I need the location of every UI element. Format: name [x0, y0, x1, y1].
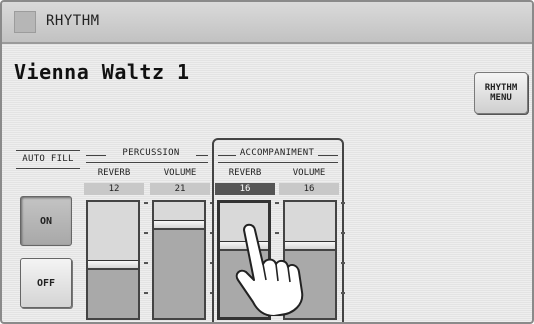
- auto-fill-label: AUTO FILL: [22, 154, 74, 164]
- fader-knob[interactable]: [154, 220, 204, 230]
- fader-fill: [154, 225, 204, 318]
- title-bar: RHYTHM: [2, 2, 532, 44]
- accompaniment-rule-right: [318, 155, 338, 156]
- fader-knob[interactable]: [88, 260, 138, 270]
- percussion-volume-label: VOLUME: [163, 168, 197, 178]
- percussion-rule-right: [196, 155, 208, 156]
- accompaniment-reverb-label: REVERB: [228, 168, 262, 178]
- accompaniment-reverb-value: 16: [215, 183, 275, 195]
- fader-scale: [341, 202, 345, 320]
- accompaniment-label: ACCOMPANIMENT: [239, 148, 315, 158]
- accompaniment-volume-label: VOLUME: [292, 168, 326, 178]
- auto-fill-on-button[interactable]: ON: [20, 196, 72, 246]
- rhythm-style-name: Vienna Waltz 1: [14, 60, 190, 84]
- accompaniment-volume-value: 16: [279, 183, 339, 195]
- percussion-volume-fader[interactable]: [152, 200, 206, 320]
- screen-title: RHYTHM: [46, 13, 100, 29]
- auto-fill-rule-bottom: [16, 168, 80, 169]
- accompaniment-rule-left: [218, 155, 236, 156]
- fader-scale: [144, 202, 148, 320]
- rhythm-icon: [14, 11, 36, 33]
- auto-fill-rule-top: [16, 150, 80, 151]
- percussion-rule-left: [86, 155, 106, 156]
- percussion-label: PERCUSSION: [122, 148, 180, 158]
- percussion-reverb-label: REVERB: [97, 168, 131, 178]
- accompaniment-underline: [218, 162, 338, 163]
- rhythm-menu-button[interactable]: RHYTHM MENU: [474, 72, 528, 114]
- pointing-hand-icon: [235, 223, 304, 316]
- percussion-reverb-value: 12: [84, 183, 144, 195]
- percussion-volume-value: 21: [150, 183, 210, 195]
- percussion-reverb-fader[interactable]: [86, 200, 140, 320]
- fader-fill: [88, 265, 138, 318]
- auto-fill-off-button[interactable]: OFF: [20, 258, 72, 308]
- rhythm-screen: RHYTHM Vienna Waltz 1 RHYTHM MENU AUTO F…: [0, 0, 534, 324]
- percussion-underline: [86, 162, 208, 163]
